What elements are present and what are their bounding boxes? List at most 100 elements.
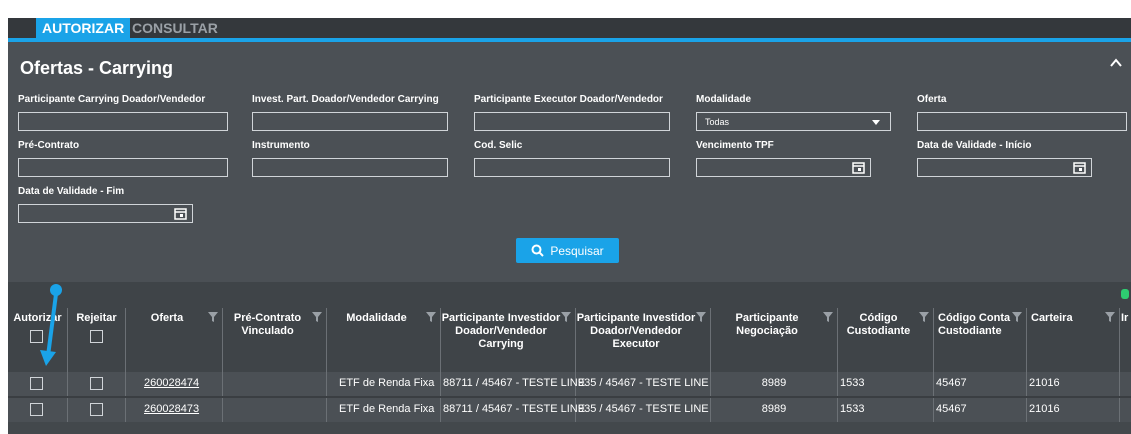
field-label: Cod. Selic [474,140,523,151]
filter-icon[interactable] [312,312,322,322]
carteira-value: 21016 [1029,377,1060,389]
col-codigo-conta-custodiante: Código Conta Custodiante [934,308,1027,372]
part-inv-carrying-value: 88711 / 45467 - TESTE LINE [443,377,586,389]
col-pre-contrato: Pré-Contrato Vinculado [223,308,327,372]
search-icon [531,244,545,257]
filter-vencimento-tpf: Vencimento TPF [696,140,871,177]
header-codigo-custodiante: Código Custodiante [846,312,911,337]
field-label: Modalidade [696,94,752,105]
cell-modalidade: ETF de Renda Fixa [327,372,441,396]
cell-part-negociacao: 8989 [711,372,838,396]
calendar-icon[interactable] [1073,161,1086,174]
data-validade-inicio-date[interactable] [917,158,1092,177]
field-label: Instrumento [252,140,310,151]
panel-title: Ofertas - Carrying [20,58,174,78]
part-negociacao-value: 8989 [761,403,787,415]
filter-modalidade: Modalidade Todas [696,94,891,131]
filter-cod-selic: Cod. Selic [474,140,670,177]
cell-codigo-custodiante: 1533 [838,398,934,422]
grid-toolbar [8,282,1131,308]
cell-autorizar [8,398,68,422]
filter-icon[interactable] [208,312,218,322]
rejeitar-checkbox[interactable] [90,377,103,390]
header-pre-contrato: Pré-Contrato Vinculado [233,312,302,337]
header-autorizar: Autorizar [13,312,62,324]
select-all-autorizar-checkbox[interactable] [30,330,43,343]
modalidade-value: Todas [705,117,730,127]
cell-codigo-conta-custodiante: 45467 [934,372,1027,396]
tab-autorizar[interactable]: AUTORIZAR [36,18,131,38]
col-codigo-custodiante: Código Custodiante [838,308,934,372]
search-button[interactable]: Pesquisar [516,238,619,263]
cell-part-inv-carrying: 88711 / 45467 - TESTE LINE [441,372,585,396]
instrumento-input[interactable] [252,158,448,177]
filter-oferta: Oferta [917,94,1127,131]
filter-icon[interactable] [561,312,571,322]
status-indicator [1121,289,1129,299]
cell-carteira: 21016 [1027,372,1120,396]
cell-part-negociacao: 8989 [711,398,838,422]
autorizar-checkbox[interactable] [30,403,43,416]
filter-instrumento: Instrumento [252,140,448,177]
calendar-icon[interactable] [174,207,187,220]
cell-rejeitar [68,398,126,422]
chevron-down-icon [872,120,880,125]
filter-icon[interactable] [426,312,436,322]
header-oferta: Oferta [150,312,184,324]
table-footer-strip [8,422,1131,434]
header-part-inv-carrying: Participante Investidor Doador/Vendedor … [441,312,561,350]
filter-invest-part: Invest. Part. Doador/Vendedor Carrying [252,94,448,131]
table-header: Autorizar Rejeitar Oferta Pré-Contrato V… [8,308,1131,372]
filter-icon[interactable] [919,312,929,322]
codigo-custodiante-value: 1533 [840,377,865,389]
col-autorizar: Autorizar [8,308,68,372]
filter-icon[interactable] [696,312,706,322]
calendar-icon[interactable] [852,161,865,174]
table-row: 260028474 ETF de Renda Fixa 88711 / 4546… [8,372,1131,396]
select-all-rejeitar-checkbox[interactable] [90,330,103,343]
part-negociacao-value: 8989 [761,377,787,389]
field-label: Oferta [917,94,947,105]
cell-part-inv-carrying: 88711 / 45467 - TESTE LINE [441,398,585,422]
codigo-conta-custodiante-value: 45467 [936,403,967,415]
tab-consultar[interactable]: CONSULTAR [126,18,224,38]
cod-selic-input[interactable] [474,158,670,177]
filter-pre-contrato: Pré-Contrato [18,140,228,177]
oferta-link[interactable]: 260028474 [144,377,199,389]
cell-pre-contrato [223,398,327,422]
cell-codigo-conta-custodiante: 45467 [934,398,1027,422]
modalidade-select[interactable]: Todas [696,112,891,131]
data-validade-fim-date[interactable] [18,204,193,223]
autorizar-checkbox[interactable] [30,377,43,390]
oferta-input[interactable] [917,112,1127,131]
participante-carrying-input[interactable] [18,112,228,131]
top-strip [0,0,1131,18]
cell-codigo-custodiante: 1533 [838,372,934,396]
filter-icon[interactable] [823,312,833,322]
filter-participante-carrying: Participante Carrying Doador/Vendedor [18,94,228,131]
pre-contrato-input[interactable] [18,158,228,177]
oferta-link[interactable]: 260028473 [144,403,199,415]
cell-modalidade: ETF de Renda Fixa [327,398,441,422]
cell-autorizar [8,372,68,396]
modalidade-value: ETF de Renda Fixa [339,377,435,389]
carteira-value: 21016 [1029,403,1060,415]
cell-oferta: 260028473 [126,398,223,422]
rejeitar-checkbox[interactable] [90,403,103,416]
filter-icon[interactable] [1105,312,1115,322]
filter-icon[interactable] [1012,312,1022,322]
header-carteira: Carteira [1031,312,1073,324]
cell-rejeitar [68,372,126,396]
field-label: Vencimento TPF [696,140,774,151]
field-label: Data de Validade - Início [917,140,1032,151]
header-codigo-conta-custodiante: Código Conta Custodiante [938,312,1011,337]
filter-data-validade-fim: Data de Validade - Fim [18,186,193,223]
vencimento-tpf-date[interactable] [696,158,871,177]
header-part-inv-executor: Participante Investidor Doador/Vendedor … [576,312,696,350]
chevron-up-icon[interactable] [1109,56,1123,70]
participante-executor-input[interactable] [474,112,670,131]
col-carteira: Carteira [1027,308,1120,372]
part-inv-executor-value: 935 / 45467 - TESTE LINE [578,403,709,415]
invest-part-input[interactable] [252,112,448,131]
cell-part-inv-executor: 935 / 45467 - TESTE LINE [576,372,711,396]
